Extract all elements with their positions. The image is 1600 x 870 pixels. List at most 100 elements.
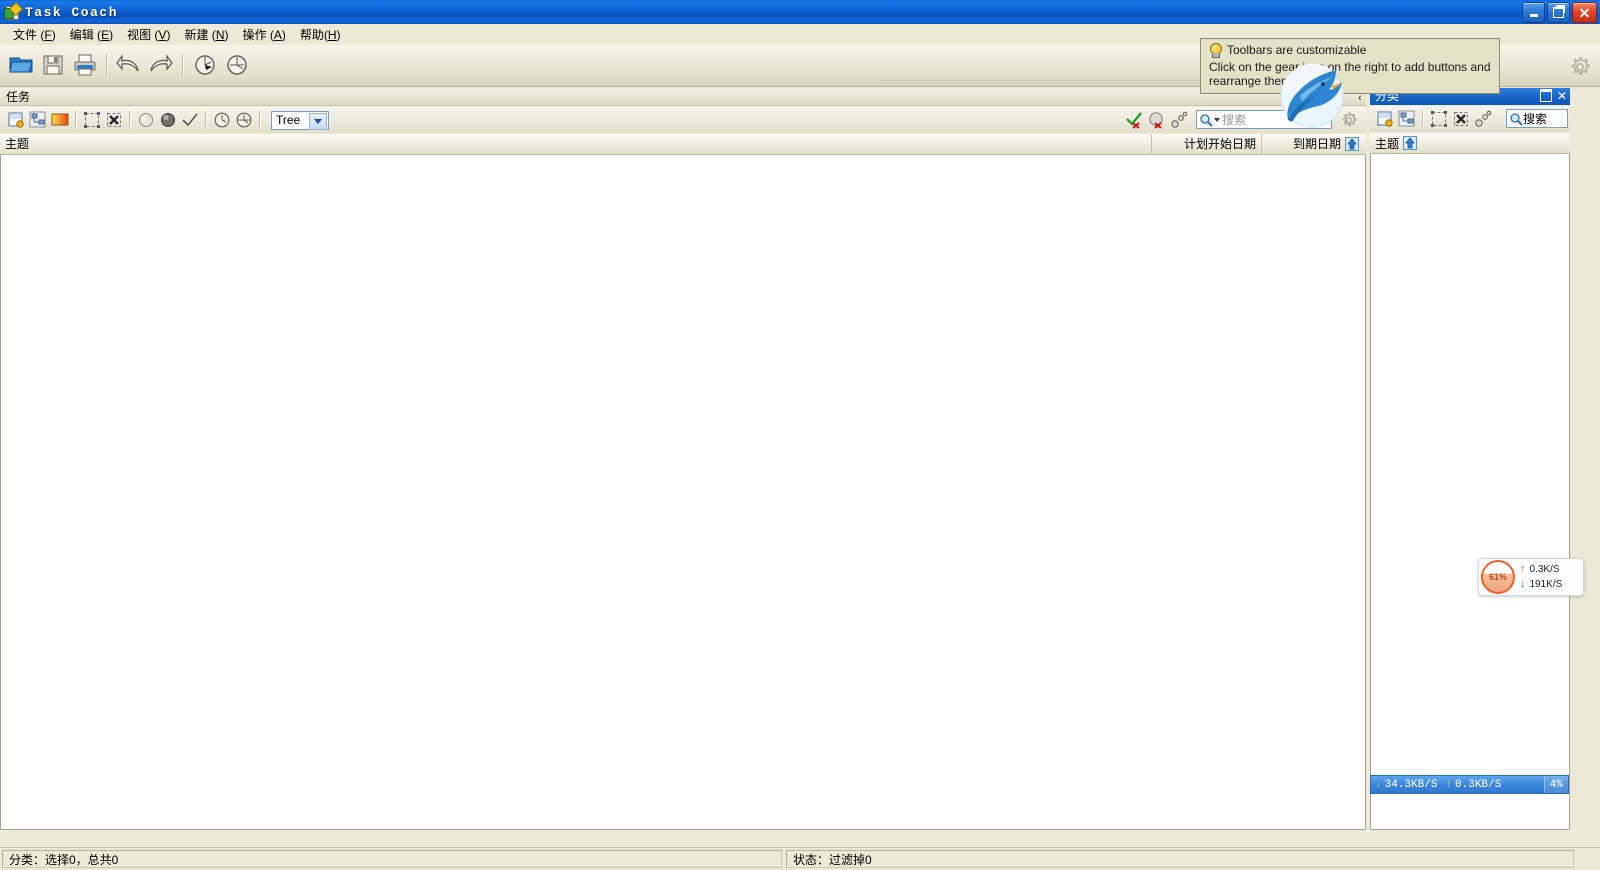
column-header-category-subject-label: 主题 [1375, 136, 1400, 151]
netbar-download-segment: ↓ 34.3KB/S [1371, 779, 1441, 791]
column-header-planned-start-date-label: 计划开始日期 [1183, 137, 1256, 151]
category-search-input[interactable]: 搜索 [1506, 109, 1568, 128]
mark-all-complete-icon [1126, 112, 1142, 129]
close-icon[interactable]: ✕ [1557, 90, 1567, 102]
new-subcategory-icon [1398, 110, 1415, 127]
minimize-button[interactable] [1522, 2, 1545, 23]
category-effort-button[interactable] [1472, 108, 1494, 130]
priority-high-button[interactable] [157, 109, 179, 131]
status-filter-cell: 状态：过滤掉0 [786, 850, 1574, 868]
menu-edit[interactable]: 编辑 (E) [63, 24, 120, 45]
netbar-upload-segment: ↑ 0.3KB/S [1441, 779, 1505, 791]
start-effort-button[interactable] [189, 49, 221, 81]
start-effort-icon [195, 55, 215, 75]
category-column-headers[interactable]: 主题 [1370, 133, 1570, 154]
cat-toolbar-separator-1 [1422, 110, 1424, 128]
download-rate-value: 191K/S [1529, 579, 1563, 590]
edit-task-icon [51, 113, 69, 126]
undo-button[interactable] [113, 49, 145, 81]
start-tracking-button[interactable] [211, 109, 233, 131]
menu-file[interactable]: 文件 (F) [6, 24, 63, 45]
network-speed-bar[interactable]: ↓ 34.3KB/S ↑ 0.3KB/S 4% [1370, 775, 1569, 794]
mark-all-incomplete-icon [1149, 112, 1163, 129]
lightbulb-icon [1209, 43, 1222, 58]
chevron-down-icon[interactable] [309, 112, 327, 130]
column-header-planned-start-date[interactable]: 计划开始日期 [1152, 133, 1262, 155]
menu-view[interactable]: 视图 (V) [120, 24, 177, 45]
column-header-due-date[interactable]: 到期日期 [1262, 134, 1364, 155]
search-icon [1200, 113, 1213, 127]
search-dropdown-caret-icon[interactable] [1214, 117, 1220, 122]
menu-new-mnemonic: N [215, 28, 225, 42]
new-subcategory-button[interactable] [1396, 108, 1418, 130]
arrow-down-icon: ↓ [1520, 578, 1526, 590]
task-panel-caption: 任务 [0, 88, 1366, 106]
edit-category-button[interactable] [1428, 108, 1450, 130]
effort-button[interactable] [1168, 109, 1190, 131]
task-panel: 任务 Tree 搜索 主题 计划开始日期 到期日期 [0, 88, 1366, 830]
download-rate-row: ↓ 191K/S [1520, 577, 1562, 592]
category-list-body[interactable] [1370, 154, 1570, 830]
new-subtask-button[interactable] [27, 109, 49, 131]
menu-help-mnemonic: H [327, 28, 337, 42]
new-task-button[interactable] [5, 109, 27, 131]
menu-view-mnemonic: V [158, 28, 167, 42]
tooltip-line-1: Click on the gear icon on the right to a… [1209, 60, 1491, 74]
categories-panel-toolbar: 搜索 [1370, 106, 1570, 132]
undo-icon [116, 54, 139, 72]
priority-low-button[interactable] [135, 109, 157, 131]
status-categories-text: 分类：选择0，总共0 [9, 852, 119, 867]
toolbar-separator-2 [182, 53, 184, 77]
redo-icon [150, 54, 173, 72]
mark-all-incomplete-button[interactable] [1146, 109, 1168, 131]
view-mode-select[interactable]: Tree [271, 110, 329, 130]
save-file-icon [43, 55, 63, 75]
menu-actions-mnemonic: A [273, 28, 282, 42]
priority-low-icon [139, 113, 153, 127]
float-icon[interactable] [1539, 89, 1552, 102]
mark-all-complete-button[interactable] [1124, 109, 1146, 131]
priority-high-icon [161, 113, 175, 127]
view-mode-value: Tree [276, 113, 301, 127]
categories-panel: 分类 ✕ 搜索 主题 [1370, 88, 1570, 830]
stop-effort-button[interactable] [221, 49, 253, 81]
close-button[interactable]: ✕ [1572, 2, 1597, 23]
netbar-download-value: 34.3KB/S [1384, 778, 1438, 791]
restore-icon [1553, 5, 1565, 18]
task-toolbar-separator-2 [129, 111, 131, 129]
task-coach-icon [4, 1, 24, 20]
status-filter-text: 状态：过滤掉0 [793, 852, 872, 867]
delete-task-button[interactable] [103, 109, 125, 131]
column-header-subject[interactable]: 主题 [0, 133, 1152, 155]
menu-new[interactable]: 新建 (N) [177, 24, 235, 45]
save-file-button[interactable] [37, 49, 69, 81]
restore-button[interactable] [1547, 2, 1570, 23]
network-monitor-widget[interactable]: 61% ↑ 0.3K/S ↓ 191K/S [1478, 558, 1584, 596]
mark-complete-button[interactable] [179, 109, 201, 131]
task-list-body[interactable] [0, 155, 1366, 830]
bird-logo-icon [1276, 62, 1348, 130]
print-button[interactable] [69, 49, 101, 81]
select-all-button[interactable] [81, 109, 103, 131]
menu-actions[interactable]: 操作 (A) [235, 24, 292, 45]
window-title: Task Coach [25, 4, 119, 20]
task-search-placeholder: 搜索 [1222, 113, 1247, 127]
gear-icon [1571, 57, 1590, 75]
open-file-button[interactable] [5, 49, 37, 81]
edit-task-button[interactable] [49, 109, 71, 131]
redo-button[interactable] [145, 49, 177, 81]
menu-actions-label: 操作 [242, 28, 267, 42]
application-window: Task Coach ✕ 文件 (F) 编辑 (E) 视图 (V) 新建 (N)… [0, 0, 1600, 870]
toolbar-tooltip: Toolbars are customizable Click on the g… [1200, 38, 1500, 94]
arrow-up-icon: ↑ [1520, 563, 1526, 575]
toolbar-separator-1 [106, 53, 108, 77]
menu-view-label: 视图 [127, 28, 152, 42]
toolbar-customize-gear-button[interactable] [1568, 55, 1592, 79]
new-task-icon [8, 112, 24, 128]
new-category-button[interactable] [1374, 108, 1396, 130]
menu-help[interactable]: 帮助(H) [293, 24, 348, 45]
stop-tracking-button[interactable] [233, 109, 255, 131]
delete-category-button[interactable] [1450, 108, 1472, 130]
category-search-placeholder: 搜索 [1523, 112, 1548, 126]
menu-new-label: 新建 [184, 28, 209, 42]
